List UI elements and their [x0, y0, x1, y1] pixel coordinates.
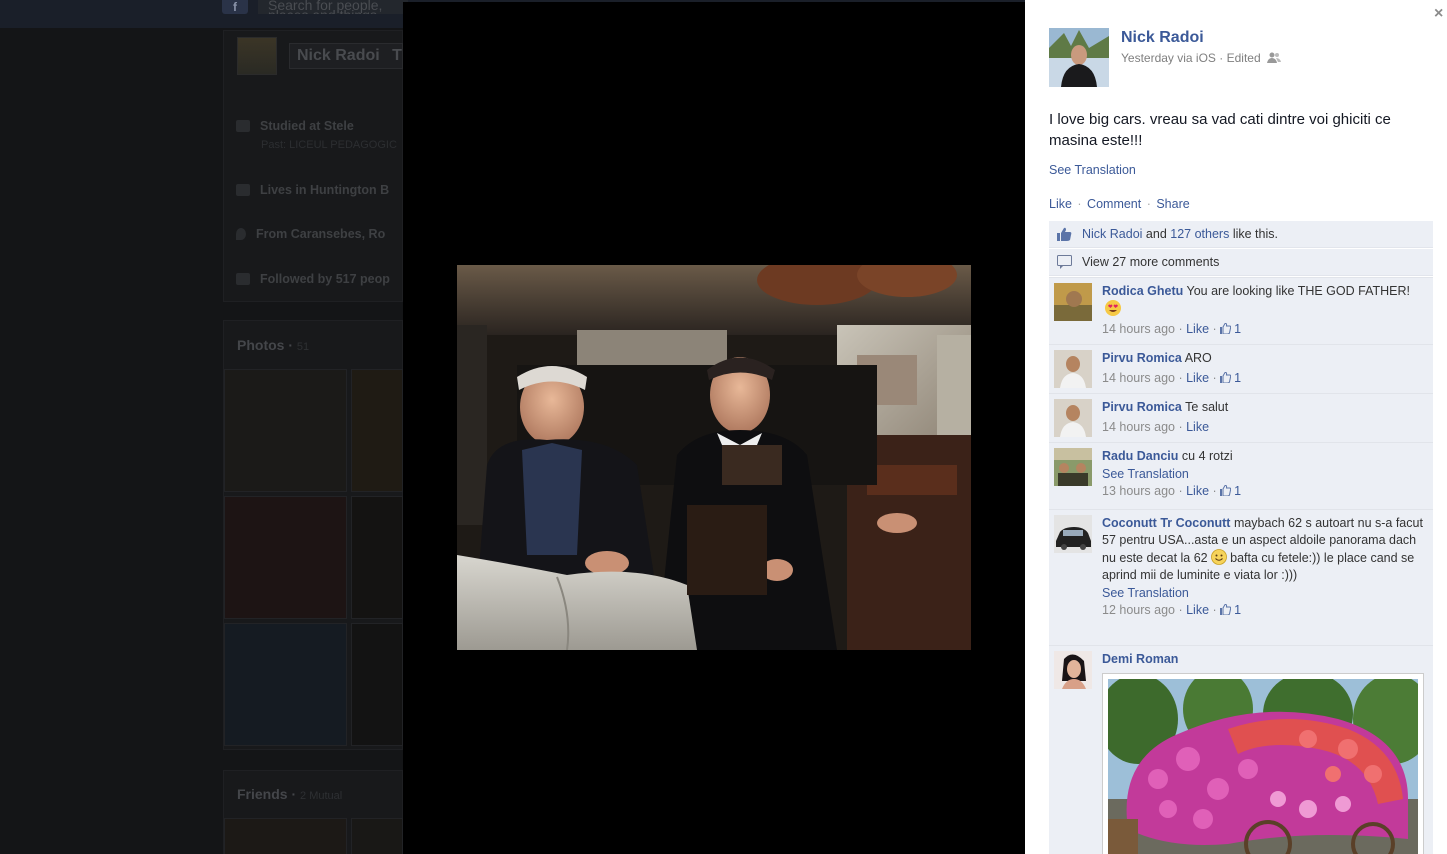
comment-text: cu 4 rotzi — [1181, 449, 1233, 463]
commenter-name[interactable]: Pirvu Romica — [1102, 351, 1182, 365]
rss-icon — [236, 273, 250, 285]
home-icon — [236, 184, 250, 196]
commenter-name[interactable]: Pirvu Romica — [1102, 400, 1182, 414]
location-pin-icon — [236, 228, 246, 240]
main-photo[interactable] — [457, 265, 971, 650]
comment-meta: 14 hours ago · Like — [1102, 420, 1210, 434]
comment-like-link[interactable]: Like — [1186, 420, 1209, 434]
comment-like-link[interactable]: Like — [1186, 322, 1209, 336]
comment-text: You are looking like THE GOD FATHER! — [1186, 284, 1410, 298]
likes-and: and — [1145, 227, 1167, 241]
see-translation-link[interactable]: See Translation — [1049, 163, 1136, 177]
comment-item: Pirvu Romica ARO 14 hours ago · Like · 1 — [1049, 344, 1433, 393]
profile-name-button[interactable]: Nick Radoi T — [289, 43, 403, 69]
photos-title[interactable]: Photos · 51 — [237, 337, 309, 353]
view-more-comments-row[interactable]: View 27 more comments — [1049, 249, 1433, 276]
comment-item: Rodica Ghetu You are looking like THE GO… — [1049, 277, 1433, 344]
thumbs-up-icon — [1220, 604, 1232, 615]
comment-see-translation-link[interactable]: See Translation — [1102, 585, 1424, 602]
comment-bubble-icon — [1057, 255, 1072, 269]
emoji-smile-icon — [1210, 549, 1227, 565]
profile-avatar[interactable] — [237, 37, 277, 75]
comment-like-count[interactable]: 1 — [1220, 484, 1241, 498]
post-actions: Like · Comment · Share — [1049, 197, 1190, 211]
post-text: I love big cars. vreau sa vad cati dintr… — [1049, 111, 1391, 149]
likes-summary: Nick Radoi and 127 others like this. — [1049, 221, 1433, 248]
comment-like-link[interactable]: Like — [1186, 371, 1209, 385]
photo-thumb[interactable] — [224, 623, 347, 746]
commenter-avatar[interactable] — [1054, 651, 1092, 689]
comment-like-link[interactable]: Like — [1186, 603, 1209, 617]
emoji-heart-eyes-icon — [1105, 300, 1121, 316]
commenter-avatar[interactable] — [1054, 448, 1092, 486]
info-studied[interactable]: Studied at Stele — [236, 119, 354, 133]
close-icon[interactable]: × — [1434, 6, 1443, 22]
commenter-avatar[interactable] — [1054, 399, 1092, 437]
info-followed[interactable]: Followed by 517 peop — [236, 272, 390, 286]
comment-text: ARO — [1184, 351, 1212, 365]
commenter-avatar[interactable] — [1054, 350, 1092, 388]
school-icon — [236, 120, 250, 132]
view-more-comments-link[interactable]: View 27 more comments — [1082, 255, 1219, 269]
comment-text: Te salut — [1185, 400, 1229, 414]
comment-like-link[interactable]: Like — [1186, 484, 1209, 498]
comment-like-count[interactable]: 1 — [1220, 371, 1241, 385]
info-lives[interactable]: Lives in Huntington B — [236, 183, 389, 197]
friend-thumb[interactable] — [351, 818, 403, 854]
commenter-name[interactable]: Demi Roman — [1102, 652, 1178, 666]
author-avatar[interactable] — [1049, 28, 1109, 87]
comment-link[interactable]: Comment — [1087, 197, 1141, 211]
likers-others-link[interactable]: 127 others — [1170, 227, 1229, 241]
comment-attached-photo[interactable] — [1102, 673, 1424, 854]
photo-thumb[interactable] — [224, 369, 347, 492]
thumbs-up-icon — [1057, 227, 1072, 241]
photo-thumb[interactable] — [351, 623, 403, 746]
commenter-avatar[interactable] — [1054, 515, 1092, 553]
thumbs-up-icon — [1220, 323, 1232, 334]
like-link[interactable]: Like — [1049, 197, 1072, 211]
author-name[interactable]: Nick Radoi — [1121, 29, 1204, 47]
friends-title[interactable]: Friends · 2 Mutual — [237, 786, 342, 802]
thumbs-up-icon — [1220, 372, 1232, 383]
comment-item: Coconutt Tr Coconutt maybach 62 s autoar… — [1049, 509, 1433, 645]
commenter-name[interactable]: Coconutt Tr Coconutt — [1102, 516, 1230, 530]
comment-like-count[interactable]: 1 — [1220, 603, 1241, 617]
thumbs-up-icon — [1220, 485, 1232, 496]
friends-privacy-icon[interactable] — [1266, 52, 1281, 63]
comment-like-count[interactable]: 1 — [1220, 322, 1241, 336]
liker-name-link[interactable]: Nick Radoi — [1082, 227, 1142, 241]
facebook-logo-icon[interactable]: f — [222, 0, 248, 14]
comment-meta: 14 hours ago · Like · 1 — [1102, 322, 1242, 336]
share-link[interactable]: Share — [1156, 197, 1189, 211]
commenter-name[interactable]: Rodica Ghetu — [1102, 284, 1183, 298]
friend-thumb[interactable] — [224, 818, 347, 854]
comment-item: Radu Danciu cu 4 rotzi See Translation 1… — [1049, 442, 1433, 509]
post-meta: Yesterday via iOS · Edited — [1121, 51, 1281, 65]
photo-thumb[interactable] — [224, 496, 347, 619]
comment-item: Pirvu Romica Te salut 14 hours ago · Lik… — [1049, 393, 1433, 442]
comment-meta: 13 hours ago · Like · 1 — [1102, 484, 1242, 498]
comment-see-translation-link[interactable]: See Translation — [1102, 466, 1424, 483]
comment-meta: 12 hours ago · Like · 1 — [1102, 603, 1242, 617]
comment-meta: 14 hours ago · Like · 1 — [1102, 371, 1242, 385]
info-from[interactable]: From Caransebes, Ro — [236, 227, 385, 241]
commenter-name[interactable]: Radu Danciu — [1102, 449, 1178, 463]
commenter-avatar[interactable] — [1054, 283, 1092, 321]
photo-thumb[interactable] — [351, 369, 403, 492]
info-studied-sub: Past: LICEUL PEDAGOGIC — [261, 139, 397, 151]
likes-suffix: like this. — [1232, 227, 1278, 241]
search-input[interactable]: Search for people, places and things — [258, 0, 408, 14]
photo-thumb[interactable] — [351, 496, 403, 619]
